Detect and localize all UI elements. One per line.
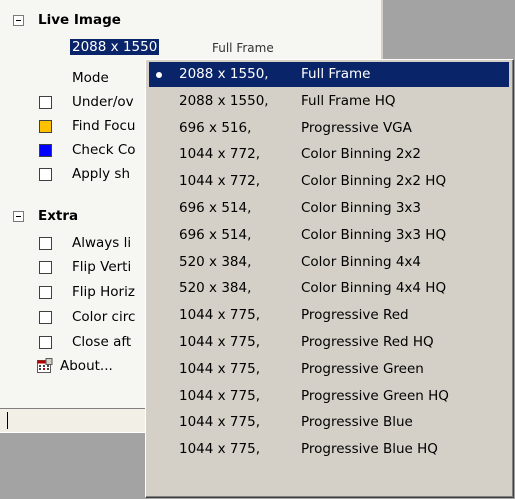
option-resolution: 1044 x 775, [179, 387, 260, 404]
dropdown-option[interactable]: 1044 x 775, Progressive Blue HQ [149, 437, 509, 462]
option-resolution: 696 x 514, [179, 200, 252, 216]
option-name: Color Binning 4x4 HQ [301, 280, 447, 297]
resolution-value: 2088 x 1550 [70, 39, 160, 55]
about-label[interactable]: About... [60, 355, 113, 377]
option-name: Progressive Green HQ [301, 387, 449, 404]
flip-vertical-label: Flip Verti [72, 259, 132, 275]
dropdown-option[interactable]: 696 x 514, Color Binning 3x3 [149, 196, 509, 221]
close-after-checkbox[interactable] [39, 336, 52, 349]
option-name: Color Binning 2x2 HQ [301, 173, 447, 190]
option-name: Full Frame [301, 66, 371, 82]
option-resolution: 1044 x 775, [179, 441, 260, 458]
dropdown-option[interactable]: 696 x 514, Color Binning 3x3 HQ [149, 223, 509, 248]
dropdown-option[interactable]: 520 x 384, Color Binning 4x4 [149, 250, 509, 275]
option-resolution: 696 x 516, [179, 119, 252, 136]
option-resolution: 520 x 384, [179, 280, 252, 297]
dropdown-option[interactable]: 696 x 516, Progressive VGA [149, 116, 509, 141]
dropdown-option[interactable]: 1044 x 775, Progressive Blue [149, 410, 509, 435]
color-circle-label: Color circ [72, 309, 136, 325]
dropdown-option[interactable]: 1044 x 775, Progressive Red HQ [149, 330, 509, 355]
always-checkbox[interactable] [39, 237, 52, 250]
option-resolution: 1044 x 772, [179, 146, 260, 163]
option-name: Progressive Red HQ [301, 334, 434, 350]
check-color-swatch[interactable] [39, 144, 52, 157]
option-resolution: 2088 x 1550, [179, 92, 269, 109]
resolution-suffix: Full Frame [212, 41, 274, 55]
dropdown-option[interactable]: 1044 x 772, Color Binning 2x2 HQ [149, 169, 509, 194]
dropdown-option[interactable]: 2088 x 1550, Full Frame HQ [149, 89, 509, 114]
apply-checkbox[interactable] [39, 168, 52, 181]
option-resolution: 1044 x 775, [179, 307, 260, 324]
option-name: Color Binning 3x3 HQ [301, 226, 447, 243]
option-name: Progressive VGA [301, 119, 412, 136]
apply-label: Apply sh [72, 166, 130, 182]
collapse-live-image-toggle[interactable] [13, 15, 24, 26]
option-resolution: 520 x 384, [179, 253, 252, 270]
always-label: Always li [72, 235, 132, 251]
check-co-label: Check Co [72, 142, 136, 158]
resolution-dropdown-list[interactable]: 2088 x 1550, Full Frame 2088 x 1550, Full F… [145, 59, 514, 498]
dropdown-option[interactable]: 1044 x 772, Color Binning 2x2 [149, 142, 509, 167]
option-name: Progressive Green [301, 360, 424, 377]
option-name: Color Binning 3x3 [301, 200, 421, 216]
calendar-icon[interactable] [37, 358, 53, 374]
option-resolution: 1044 x 772, [179, 173, 260, 190]
collapse-extra-toggle[interactable] [13, 211, 24, 222]
mode-label: Mode [72, 70, 109, 86]
option-resolution: 696 x 514, [179, 226, 252, 243]
dropdown-option[interactable]: 1044 x 775, Progressive Red [149, 303, 509, 328]
option-resolution: 2088 x 1550, [179, 66, 269, 82]
option-name: Full Frame HQ [301, 92, 396, 109]
option-resolution: 1044 x 775, [179, 414, 260, 431]
under-over-checkbox[interactable] [39, 96, 52, 109]
option-name: Color Binning 4x4 [301, 253, 421, 270]
find-focus-label: Find Focu [72, 118, 136, 134]
group-label-live-image[interactable]: Live Image [38, 9, 121, 31]
selected-bullet-icon [156, 72, 162, 78]
find-focus-color-swatch[interactable] [39, 120, 52, 133]
color-circle-checkbox[interactable] [39, 311, 52, 324]
option-name: Progressive Blue [301, 414, 413, 431]
dropdown-option[interactable]: 520 x 384, Color Binning 4x4 HQ [149, 276, 509, 301]
dropdown-option[interactable]: 1044 x 775, Progressive Green [149, 357, 509, 382]
flip-horizontal-checkbox[interactable] [39, 286, 52, 299]
option-name: Progressive Red [301, 307, 409, 324]
option-resolution: 1044 x 775, [179, 334, 260, 350]
group-label-extra[interactable]: Extra [38, 205, 78, 227]
under-over-label: Under/ov [72, 94, 134, 110]
resolution-row[interactable]: 2088 x 1550 [70, 36, 160, 58]
flip-vertical-checkbox[interactable] [39, 261, 52, 274]
option-resolution: 1044 x 775, [179, 360, 260, 377]
dropdown-option[interactable]: 2088 x 1550, Full Frame [149, 62, 509, 87]
close-after-label: Close aft [72, 334, 132, 350]
dropdown-option[interactable]: 1044 x 775, Progressive Green HQ [149, 384, 509, 409]
text-caret [7, 412, 8, 429]
flip-horizontal-label: Flip Horiz [72, 284, 135, 300]
option-name: Progressive Blue HQ [301, 441, 438, 458]
option-name: Color Binning 2x2 [301, 146, 421, 163]
